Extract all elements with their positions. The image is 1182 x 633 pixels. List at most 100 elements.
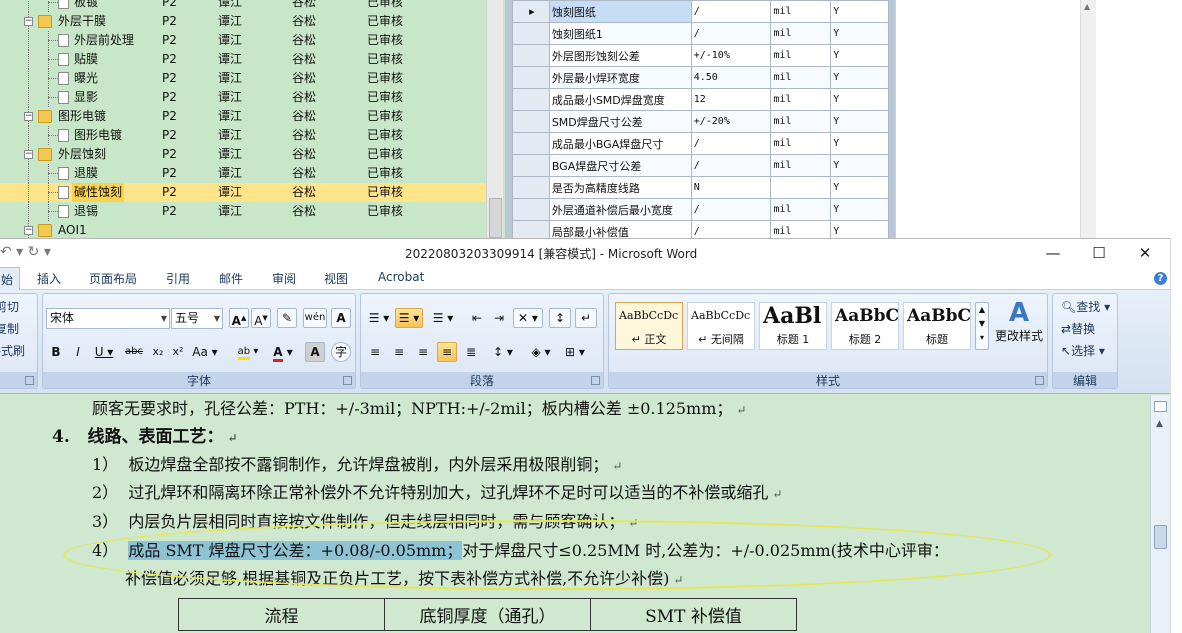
style-title[interactable]: AaBbC 标题 bbox=[903, 302, 971, 350]
grid-cell[interactable]: / bbox=[690, 198, 772, 221]
grid-cell[interactable]: Y bbox=[830, 198, 889, 221]
grid-cell[interactable]: mil bbox=[770, 44, 832, 67]
grid-cell[interactable]: 是否为高精度线路 bbox=[548, 176, 692, 199]
grid-cell[interactable]: / bbox=[690, 0, 772, 23]
grow-font-button[interactable]: A▲ bbox=[229, 308, 249, 328]
find-button[interactable]: 🔍︎查找 ▾ bbox=[1061, 298, 1110, 315]
grid-row[interactable]: ▸ 蚀刻图纸 / mil Y bbox=[512, 0, 889, 23]
enclose-char-icon[interactable]: 字 bbox=[331, 342, 351, 362]
grid-cell[interactable]: / bbox=[690, 132, 772, 155]
grid-row[interactable]: 成品最小SMD焊盘宽度 12 mil Y bbox=[512, 88, 889, 111]
change-case-button[interactable]: Aa ▾ bbox=[189, 342, 221, 362]
tab-home[interactable]: 始 bbox=[0, 267, 21, 291]
grid-cell[interactable]: Y bbox=[830, 132, 889, 155]
shrink-font-button[interactable]: A▼ bbox=[251, 308, 271, 328]
paragraph-launcher-icon[interactable] bbox=[591, 376, 600, 385]
grid-cell[interactable]: / bbox=[690, 22, 772, 45]
numbering-button[interactable]: ☰ ▾ bbox=[395, 308, 423, 328]
maximize-icon[interactable]: ☐ bbox=[1076, 242, 1122, 264]
tree-row[interactable]: 退锡 P2 谭江 谷松 已审核 bbox=[0, 202, 486, 221]
grid-cell[interactable]: Y bbox=[830, 66, 889, 89]
grid-cell[interactable]: Y bbox=[830, 110, 889, 133]
tab-view[interactable]: 视图 bbox=[324, 270, 348, 287]
bold-button[interactable]: B bbox=[47, 342, 65, 362]
style-no-spacing[interactable]: AaBbCcDc ↵ 无间隔 bbox=[687, 302, 755, 350]
tree-row[interactable]: 外层前处理 P2 谭江 谷松 已审核 bbox=[0, 31, 486, 50]
grid-cell[interactable]: mil bbox=[770, 66, 832, 89]
grid-row[interactable]: 外层通道补偿后最小宽度 / mil Y bbox=[512, 198, 889, 221]
font-launcher-icon[interactable] bbox=[343, 376, 352, 385]
style-heading-1[interactable]: AaBl 标题 1 bbox=[759, 302, 827, 350]
grid-row[interactable]: BGA焊盘尺寸公差 / mil Y bbox=[512, 154, 889, 177]
justify-icon[interactable]: ≡ bbox=[437, 342, 457, 362]
close-icon[interactable]: ✕ bbox=[1122, 242, 1168, 264]
grid-cell[interactable]: 外层最小焊环宽度 bbox=[548, 66, 692, 89]
grid-row[interactable]: 蚀刻图纸1/mil Y bbox=[512, 22, 889, 45]
sort-icon[interactable]: ↕ bbox=[549, 308, 571, 328]
asian-layout-button[interactable]: ✕ ▾ bbox=[513, 308, 543, 328]
grid-cell[interactable]: / bbox=[690, 154, 772, 177]
grid-cell[interactable]: mil bbox=[770, 0, 832, 23]
tab-mailings[interactable]: 邮件 bbox=[219, 270, 243, 287]
grid-cell[interactable]: Y bbox=[830, 176, 889, 199]
grid-cell[interactable]: 蚀刻图纸1 bbox=[548, 22, 692, 45]
font-name-combo[interactable]: 宋体 ▼ bbox=[46, 308, 170, 329]
tree-row[interactable]: − 外层蚀刻 P2 谭江 谷松 已审核 bbox=[0, 145, 486, 164]
phonetic-guide-icon[interactable]: wén bbox=[303, 308, 327, 328]
grid-row[interactable]: 是否为高精度线路 N Y bbox=[512, 176, 889, 199]
char-border-icon[interactable]: A bbox=[331, 308, 351, 328]
copy-button[interactable]: 复制 bbox=[0, 320, 19, 337]
format-painter-button[interactable]: 格式刷 bbox=[0, 342, 25, 359]
underline-button[interactable]: U ▾ bbox=[91, 342, 117, 362]
highlight-color-icon[interactable]: ab ▾ bbox=[231, 342, 265, 362]
grid-cell[interactable]: 蚀刻图纸 bbox=[548, 0, 692, 23]
tab-references[interactable]: 引用 bbox=[166, 270, 190, 287]
tree-row[interactable]: 退膜 P2 谭江 谷松 已审核 bbox=[0, 164, 486, 183]
grid-cell[interactable]: 外层通道补偿后最小宽度 bbox=[548, 198, 692, 221]
styles-scroll-icon[interactable]: ▲ ▼ ▾ bbox=[975, 302, 989, 350]
distributed-icon[interactable]: ≣ bbox=[461, 342, 481, 362]
grid-row[interactable]: 成品最小BGA焊盘尺寸 / mil Y bbox=[512, 132, 889, 155]
font-color-icon[interactable]: A ▾ bbox=[267, 342, 299, 362]
scroll-up-icon[interactable]: ▲ bbox=[1156, 419, 1163, 429]
minimize-icon[interactable]: — bbox=[1030, 242, 1076, 264]
grid-cell[interactable]: +/-20% bbox=[690, 110, 772, 133]
align-center-icon[interactable]: ≡ bbox=[389, 342, 409, 362]
tree-row[interactable]: 碱性蚀刻 P2 谭江 谷松 已审核 bbox=[0, 183, 486, 202]
borders-button[interactable]: ⊞ ▾ bbox=[559, 342, 591, 362]
grid-cell[interactable]: mil bbox=[770, 154, 832, 177]
increase-indent-icon[interactable]: ⇥ bbox=[489, 308, 509, 328]
document-scrollbar[interactable]: ▲ bbox=[1150, 395, 1170, 633]
tree-scrollbar[interactable] bbox=[486, 0, 503, 240]
grid-cell[interactable]: 外层图形蚀刻公差 bbox=[548, 44, 692, 67]
parameter-grid[interactable]: ▸ 蚀刻图纸 / mil Y 蚀刻图纸1/mil Y 外层图形蚀刻公差 +/-10% mil Y 外层… bbox=[512, 0, 889, 243]
char-shading-icon[interactable]: A bbox=[305, 342, 325, 362]
grid-cell[interactable]: mil bbox=[770, 22, 832, 45]
styles-launcher-icon[interactable] bbox=[1035, 376, 1044, 385]
collapse-icon[interactable]: − bbox=[24, 17, 33, 26]
grid-cell[interactable]: BGA焊盘尺寸公差 bbox=[548, 154, 692, 177]
scroll-up-icon[interactable]: ▲ bbox=[1084, 2, 1090, 11]
panel-scrollbar[interactable]: ▲ bbox=[1080, 0, 1096, 240]
grid-cell[interactable]: +/-10% bbox=[690, 44, 772, 67]
shading-button[interactable]: ◈ ▾ bbox=[525, 342, 557, 362]
help-icon[interactable]: ? bbox=[1154, 272, 1167, 285]
grid-cell[interactable] bbox=[770, 176, 832, 199]
align-right-icon[interactable]: ≡ bbox=[413, 342, 433, 362]
tree-row[interactable]: − 外层干膜 P2 谭江 谷松 已审核 bbox=[0, 12, 486, 31]
multilevel-list-button[interactable]: ☰ ▾ bbox=[425, 308, 461, 328]
tab-acrobat[interactable]: Acrobat bbox=[378, 270, 424, 284]
change-styles-button[interactable]: A 更改样式 bbox=[993, 296, 1045, 366]
align-left-icon[interactable]: ≡ bbox=[365, 342, 385, 362]
strikethrough-button[interactable]: abc bbox=[121, 342, 147, 362]
grid-cell[interactable]: Y bbox=[830, 88, 889, 111]
grid-cell[interactable]: 12 bbox=[690, 88, 772, 111]
grid-cell[interactable]: N bbox=[690, 176, 772, 199]
grid-cell[interactable]: Y bbox=[830, 22, 889, 45]
collapse-icon[interactable]: − bbox=[24, 150, 33, 159]
style-heading-2[interactable]: AaBbC 标题 2 bbox=[831, 302, 899, 350]
grid-cell[interactable]: Y bbox=[830, 0, 889, 23]
select-button[interactable]: ↖选择 ▾ bbox=[1061, 342, 1105, 359]
decrease-indent-icon[interactable]: ⇤ bbox=[467, 308, 487, 328]
grid-cell[interactable]: SMD焊盘尺寸公差 bbox=[548, 110, 692, 133]
